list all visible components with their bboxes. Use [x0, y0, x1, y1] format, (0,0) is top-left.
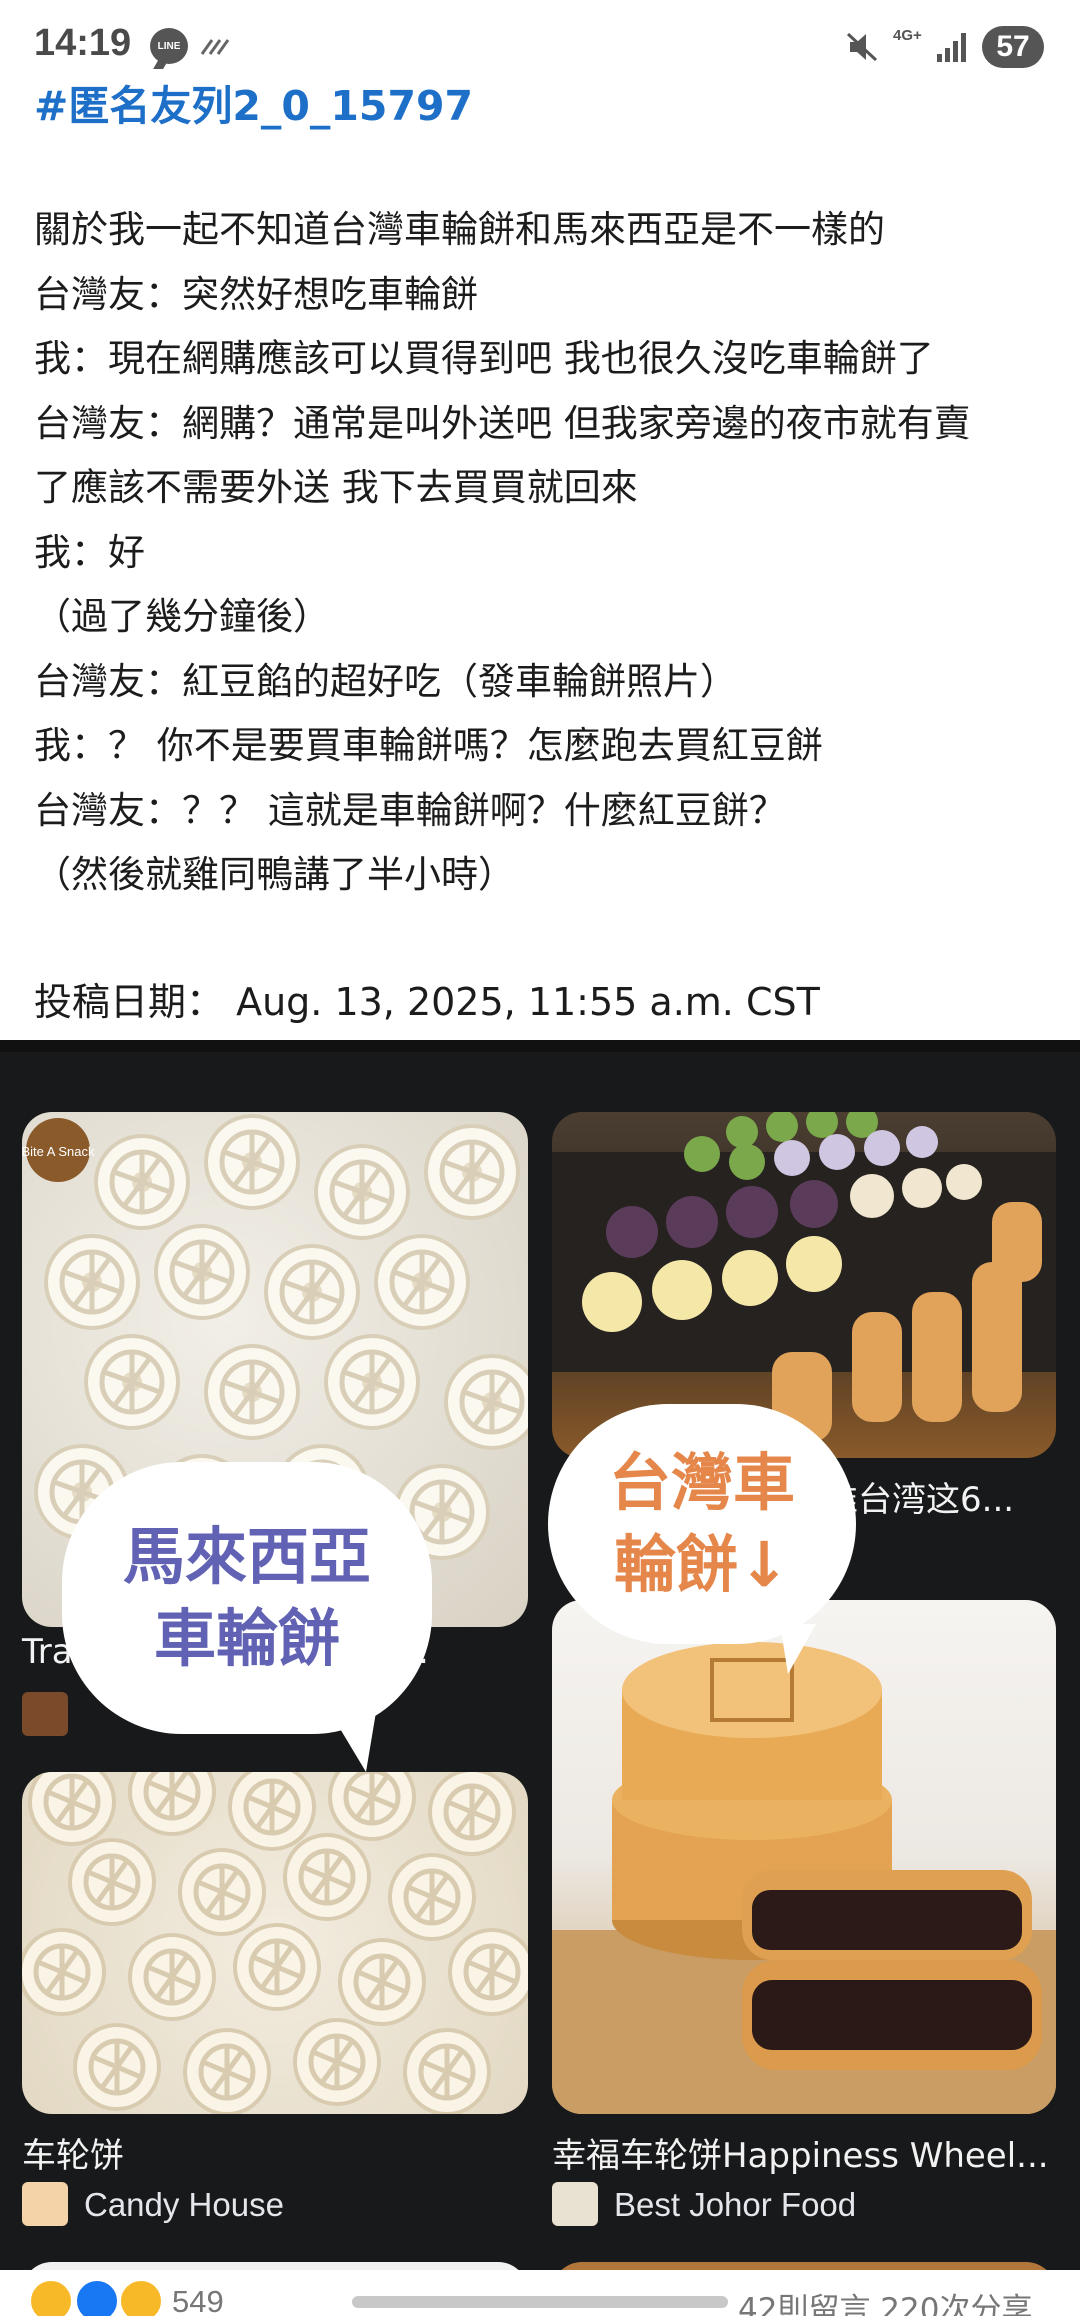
- scroll-handle[interactable]: [352, 2296, 728, 2308]
- haha-reaction-icon[interactable]: [28, 2278, 74, 2316]
- network-type: 4G+: [893, 27, 922, 44]
- bubble-malaysia-line2: 車輪餅: [153, 1602, 340, 1675]
- mute-icon: [846, 32, 878, 62]
- wow-reaction-icon[interactable]: [118, 2278, 164, 2316]
- best-johor-food-avatar[interactable]: [552, 2182, 598, 2226]
- bottom-left-source[interactable]: Candy House: [84, 2186, 284, 2224]
- red-bean-cake-illustration: [552, 1642, 1056, 2114]
- comments-shares-count[interactable]: 42則留言 220次分享: [738, 2284, 1032, 2316]
- bubble-tail: [330, 1712, 376, 1772]
- bubble-tail: [780, 1624, 816, 1674]
- status-time: 14:19: [34, 22, 132, 64]
- signal-icon: [937, 33, 966, 62]
- post-body: #匿名友列2_0_15797 關於我一起不知道台灣車輪餅和馬來西亞是不一樣的 台…: [34, 78, 1054, 1034]
- hashtag-link[interactable]: #匿名友列2_0_15797: [34, 78, 1054, 134]
- post-line: （過了幾分鐘後）: [34, 595, 330, 638]
- line-app-icon: LINE: [150, 28, 188, 64]
- post-date: 投稿日期： Aug. 13, 2025, 11:55 a.m. CST: [34, 979, 820, 1024]
- post-line: 我：現在網購應該可以買得到吧 我也很久沒吃車輪餅了: [34, 337, 934, 380]
- post-line: 了應該不需要外送 我下去買買就回來: [34, 466, 638, 509]
- post-line: 我：好: [34, 530, 145, 574]
- no-sim-icon: [200, 39, 230, 55]
- bottom-right-caption[interactable]: 幸福车轮饼Happiness Wheel...: [552, 2128, 1049, 2177]
- logo-text: Bite A Snack: [22, 1144, 95, 1159]
- wheel-cracker-pattern: [22, 1772, 528, 2114]
- bubble-taiwan-line1: 台灣車: [608, 1446, 795, 1519]
- post-line: 關於我一起不知道台灣車輪餅和馬來西亞是不一樣的: [34, 208, 885, 251]
- malaysia-wheel-cake-bubble: 馬來西亞 車輪餅: [62, 1462, 432, 1734]
- post-line: 台灣友：紅豆餡的超好吃（發車輪餅照片）: [34, 659, 737, 703]
- bottom-right-source[interactable]: Best Johor Food: [614, 2186, 856, 2224]
- reaction-count[interactable]: 549: [172, 2284, 224, 2316]
- bottom-left-caption[interactable]: 车轮饼: [22, 2128, 124, 2177]
- battery-indicator: 57: [982, 26, 1060, 68]
- source-avatar[interactable]: [22, 1692, 68, 1736]
- post-line: 台灣友：網購？通常是叫外送吧 但我家旁邊的夜市就有賣: [34, 401, 971, 445]
- post-line: 台灣友：突然好想吃車輪餅: [34, 272, 478, 316]
- candy-house-avatar[interactable]: [22, 2182, 68, 2226]
- taiwan-wheel-cake-stall-photo[interactable]: [552, 1112, 1056, 1458]
- post-line: 我：？ 你不是要買車輪餅嗎？怎麼跑去買紅豆餅: [34, 724, 823, 767]
- taiwan-wheel-cake-bubble: 台灣車 輪餅↓: [548, 1404, 856, 1644]
- bubble-malaysia-line1: 馬來西亞: [122, 1520, 371, 1593]
- post-line: （然後就雞同鴨講了半小時）: [34, 853, 515, 896]
- red-bean-wheel-cake-photo[interactable]: [552, 1600, 1056, 2114]
- wheel-cake-stall-pattern: [552, 1112, 1056, 1442]
- wheel-cracker-photo[interactable]: [22, 1772, 528, 2114]
- bubble-taiwan-line2: 輪餅↓: [614, 1528, 790, 1601]
- like-reaction-icon[interactable]: [74, 2278, 120, 2316]
- post-line: 台灣友：？？ 這就是車輪餅啊？什麼紅豆餅？: [34, 788, 786, 832]
- attached-image[interactable]: Bite A Snack 推台湾这6... Tra .: [0, 1040, 1080, 2316]
